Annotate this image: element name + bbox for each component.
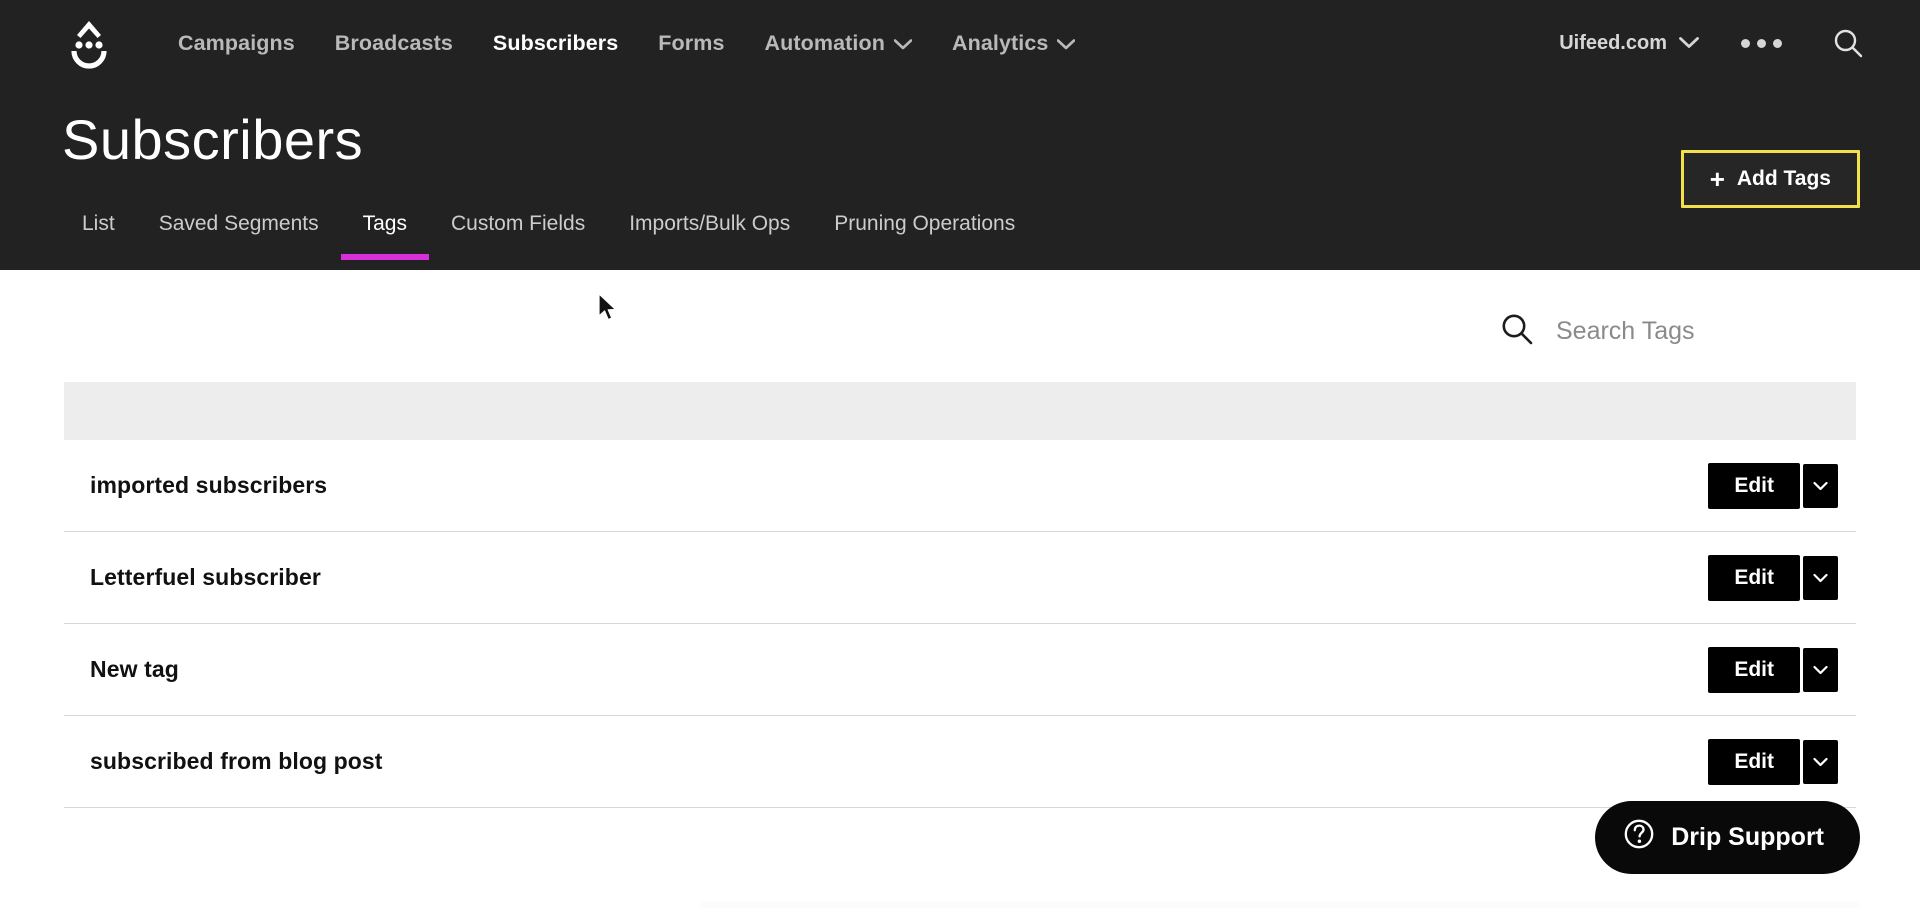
tab-label: List xyxy=(82,212,115,235)
tag-name: New tag xyxy=(90,656,179,682)
nav-item-forms[interactable]: Forms xyxy=(638,31,744,56)
content-area: imported subscribers Edit Letterfuel sub… xyxy=(0,270,1920,908)
tab-label: Imports/Bulk Ops xyxy=(629,212,791,235)
tab-imports-bulk-ops[interactable]: Imports/Bulk Ops xyxy=(607,206,812,260)
tab-label: Pruning Operations xyxy=(834,212,1016,235)
table-row[interactable]: Letterfuel subscriber Edit xyxy=(64,532,1856,624)
chevron-down-icon xyxy=(1679,32,1699,55)
chevron-down-icon[interactable] xyxy=(1803,647,1838,692)
subscribers-tabbar: List Saved Segments Tags Custom Fields I… xyxy=(62,206,1037,270)
table-header-bar xyxy=(64,382,1856,440)
primary-nav: Campaigns Broadcasts Subscribers Forms A… xyxy=(0,0,1920,86)
table-row[interactable]: New tag Edit xyxy=(64,624,1856,716)
chevron-down-icon[interactable] xyxy=(1803,739,1838,784)
edit-button[interactable]: Edit xyxy=(1708,554,1800,601)
edit-button[interactable]: Edit xyxy=(1708,738,1800,785)
account-menu[interactable]: Uifeed.com xyxy=(1545,32,1713,55)
chevron-down-icon xyxy=(1057,31,1076,56)
top-header: Campaigns Broadcasts Subscribers Forms A… xyxy=(0,0,1920,270)
tab-label: Tags xyxy=(362,212,407,235)
add-tags-button[interactable]: + Add Tags xyxy=(1680,150,1860,208)
tab-custom-fields[interactable]: Custom Fields xyxy=(429,206,607,260)
page-title: Subscribers xyxy=(62,108,364,171)
nav-item-label: Forms xyxy=(658,30,725,55)
edit-button[interactable]: Edit xyxy=(1708,646,1800,693)
nav-item-subscribers[interactable]: Subscribers xyxy=(473,31,638,56)
search-tags-group xyxy=(1500,312,1856,351)
search-icon[interactable] xyxy=(1500,312,1534,351)
bottom-edge-strip xyxy=(700,902,1860,908)
nav-item-label: Subscribers xyxy=(492,30,619,55)
drip-support-label: Drip Support xyxy=(1671,823,1824,851)
nav-right-group: Uifeed.com xyxy=(1545,0,1874,86)
row-actions: Edit xyxy=(1708,646,1838,693)
row-actions: Edit xyxy=(1708,738,1838,785)
tags-table: imported subscribers Edit Letterfuel sub… xyxy=(64,382,1856,808)
plus-icon: + xyxy=(1709,163,1725,194)
add-tags-label: Add Tags xyxy=(1736,167,1831,190)
nav-item-campaigns[interactable]: Campaigns xyxy=(158,31,315,56)
drip-support-button[interactable]: Drip Support xyxy=(1595,801,1860,874)
tab-tags[interactable]: Tags xyxy=(340,206,430,260)
row-actions: Edit xyxy=(1708,554,1838,601)
table-row[interactable]: subscribed from blog post Edit xyxy=(64,716,1856,808)
chevron-down-icon[interactable] xyxy=(1803,555,1838,600)
tab-saved-segments[interactable]: Saved Segments xyxy=(137,206,341,260)
nav-links: Campaigns Broadcasts Subscribers Forms A… xyxy=(158,31,1095,56)
tag-name: imported subscribers xyxy=(90,472,328,498)
search-input[interactable] xyxy=(1556,317,1856,346)
nav-item-label: Analytics xyxy=(951,30,1049,55)
app-window: Campaigns Broadcasts Subscribers Forms A… xyxy=(0,0,1920,908)
tab-label: Saved Segments xyxy=(158,212,319,235)
tag-name: Letterfuel subscriber xyxy=(90,564,321,590)
tag-name: subscribed from blog post xyxy=(90,748,383,774)
nav-item-broadcasts[interactable]: Broadcasts xyxy=(315,31,473,56)
nav-item-automation[interactable]: Automation xyxy=(745,31,932,56)
tab-label: Custom Fields xyxy=(450,212,586,235)
row-actions: Edit xyxy=(1708,462,1838,509)
edit-button[interactable]: Edit xyxy=(1708,462,1800,509)
tab-list[interactable]: List xyxy=(62,206,137,260)
drip-face-logo[interactable] xyxy=(56,13,122,73)
chevron-down-icon xyxy=(893,31,913,56)
question-circle-icon xyxy=(1623,818,1655,857)
nav-item-analytics[interactable]: Analytics xyxy=(932,31,1096,56)
nav-item-label: Campaigns xyxy=(178,30,295,55)
nav-item-label: Broadcasts xyxy=(334,30,453,55)
tab-pruning-operations[interactable]: Pruning Operations xyxy=(812,206,1037,260)
table-row[interactable]: imported subscribers Edit xyxy=(64,440,1856,532)
search-icon[interactable] xyxy=(1810,27,1874,59)
chevron-down-icon[interactable] xyxy=(1803,463,1838,508)
nav-item-label: Automation xyxy=(764,30,885,55)
account-name: Uifeed.com xyxy=(1559,31,1667,54)
three-dots-icon[interactable] xyxy=(1713,38,1810,48)
